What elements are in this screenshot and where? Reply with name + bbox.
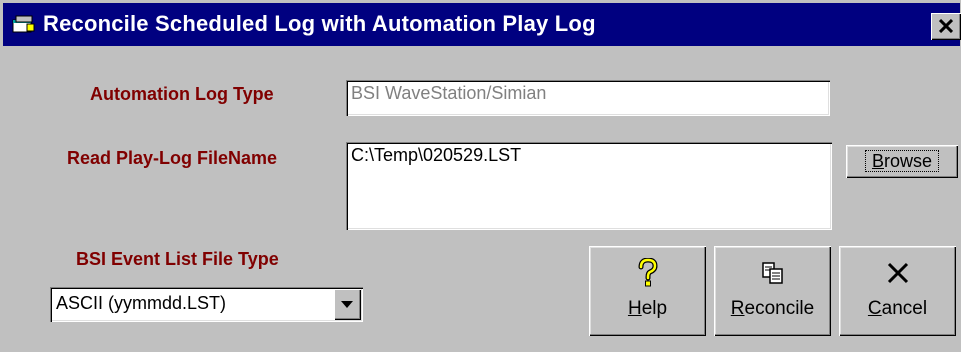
close-button[interactable]	[931, 13, 961, 40]
reconcile-dialog: Reconcile Scheduled Log with Automation …	[0, 0, 961, 352]
window-title: Reconcile Scheduled Log with Automation …	[43, 11, 596, 36]
automation-log-type-field: BSI WaveStation/Simian	[346, 80, 830, 116]
event-list-type-dropdown[interactable]: ASCII (yymmdd.LST)	[50, 287, 363, 322]
help-button[interactable]: Help	[589, 246, 706, 336]
browse-button[interactable]: Browse	[846, 145, 958, 178]
play-log-filename-field[interactable]: C:\Temp\020529.LST	[346, 142, 832, 230]
app-window-icon	[11, 12, 37, 36]
chevron-down-icon	[341, 301, 353, 308]
play-log-filename-label: Read Play-Log FileName	[67, 148, 278, 168]
x-icon	[839, 256, 956, 290]
dropdown-arrow-button[interactable]	[334, 289, 361, 320]
cancel-button[interactable]: Cancel	[839, 246, 956, 336]
event-list-type-label: BSI Event List File Type	[76, 249, 279, 269]
title-bar[interactable]: Reconcile Scheduled Log with Automation …	[3, 3, 961, 46]
question-icon	[589, 256, 706, 290]
close-icon	[938, 16, 954, 38]
automation-log-type-label: Automation Log Type	[90, 84, 274, 104]
event-list-type-value: ASCII (yymmdd.LST)	[56, 293, 227, 313]
reconcile-button[interactable]: Reconcile	[714, 246, 831, 336]
copy-icon	[714, 256, 831, 290]
